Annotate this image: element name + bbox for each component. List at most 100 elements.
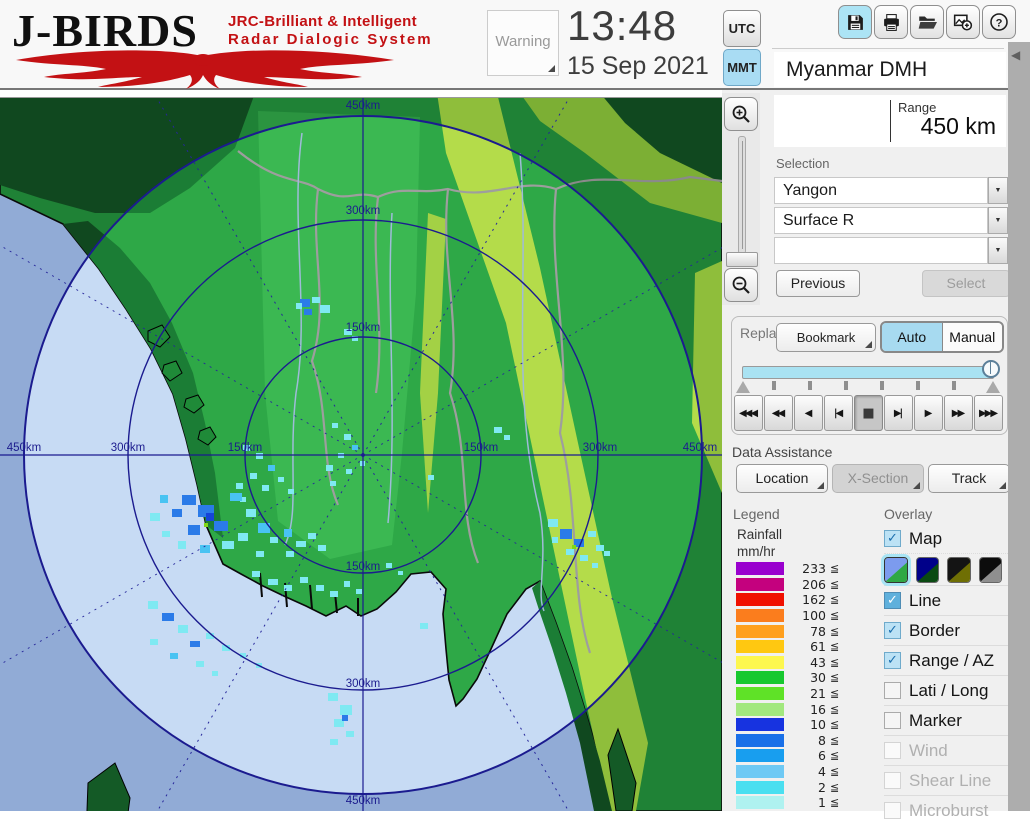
legend-value: 2	[784, 780, 826, 795]
timezone-mmt-button[interactable]: MMT	[723, 49, 761, 86]
checkbox-border[interactable]: ✓	[884, 622, 901, 639]
overlay-item-wind: Wind	[884, 735, 1010, 765]
panel-collapse-strip[interactable]	[1008, 42, 1030, 811]
save-icon	[846, 13, 865, 32]
legend-operator: ≦	[830, 593, 839, 606]
overlay-label: Lati / Long	[909, 681, 988, 701]
timeline-tick	[808, 381, 812, 390]
overlay-label: Marker	[909, 711, 962, 731]
product-select-dropdown-button[interactable]: ▼	[988, 207, 1008, 234]
auto-mode-button[interactable]: Auto	[882, 323, 943, 351]
legend-value: 43	[784, 655, 826, 670]
bookmark-button[interactable]: Bookmark	[776, 323, 876, 352]
manual-mode-button[interactable]: Manual	[943, 323, 1003, 351]
legend-operator: ≦	[830, 671, 839, 684]
legend-entry: 78≦	[736, 623, 856, 639]
checkbox-range-az[interactable]: ✓	[884, 652, 901, 669]
checkbox-shear-line	[884, 772, 901, 789]
location-button[interactable]: Location	[736, 464, 828, 493]
step-forward-button[interactable]: ▶|	[884, 395, 913, 431]
site-select-field[interactable]: Yangon	[774, 177, 988, 204]
previous-button[interactable]: Previous	[776, 270, 860, 297]
legend-value: 10	[784, 717, 826, 732]
capture-button[interactable]	[946, 5, 980, 39]
zoom-in-button[interactable]	[724, 97, 758, 131]
map-style-chip-black-olive[interactable]	[947, 557, 971, 583]
legend-operator: ≦	[830, 703, 839, 716]
map-style-chip-blue-green[interactable]	[884, 557, 908, 583]
legend-color-swatch	[736, 718, 784, 731]
chevron-down-icon: ▼	[995, 187, 1002, 194]
legend-value: 30	[784, 670, 826, 685]
jump-to-oldest-button[interactable]: ◀◀◀	[734, 395, 763, 431]
help-icon: ?	[989, 12, 1009, 32]
fast-forward-button[interactable]: ▶▶	[944, 395, 973, 431]
legend-value: 1	[784, 795, 826, 810]
legend-operator: ≦	[830, 562, 839, 575]
legend-entry: 233≦	[736, 561, 856, 577]
play-reverse-button[interactable]: ◀	[794, 395, 823, 431]
option-select-field[interactable]	[774, 237, 988, 264]
legend-color-swatch	[736, 796, 784, 809]
playback-controls: ◀◀◀◀◀◀|◀■▶|▶▶▶▶▶▶	[734, 395, 1007, 431]
step-back-button[interactable]: |◀	[824, 395, 853, 431]
track-button[interactable]: Track	[928, 464, 1010, 493]
legend-value: 100	[784, 608, 826, 623]
timezone-utc-button[interactable]: UTC	[723, 10, 761, 47]
map-style-chip-navy-darkgreen[interactable]	[916, 557, 940, 583]
radar-map[interactable]: 450km 300km 150km 150km 300km 450km 450k…	[0, 93, 722, 811]
legend-entry: 43≦	[736, 655, 856, 671]
overlay-label: Wind	[909, 741, 948, 761]
zoom-out-button[interactable]	[724, 268, 758, 302]
legend-color-swatch	[736, 562, 784, 575]
stop-button[interactable]: ■	[854, 395, 883, 431]
print-button[interactable]	[874, 5, 908, 39]
clock-date: 15 Sep 2021	[567, 52, 709, 81]
select-button[interactable]: Select	[922, 270, 1010, 297]
replay-slider-handle[interactable]	[982, 360, 1000, 378]
product-select-field[interactable]: Surface R	[774, 207, 988, 234]
legend-color-swatch	[736, 593, 784, 606]
legend-entry: 100≦	[736, 608, 856, 624]
legend-operator: ≦	[830, 749, 839, 762]
map-style-chip-black-gray[interactable]	[979, 557, 1003, 583]
timeline-tick	[880, 381, 884, 390]
chevron-down-icon: ▼	[995, 247, 1002, 254]
open-folder-button[interactable]	[910, 5, 944, 39]
jump-to-newest-button[interactable]: ▶▶▶	[974, 395, 1003, 431]
checkbox-map[interactable]: ✓	[884, 530, 901, 547]
overlay-item-microburst: Microburst	[884, 795, 1010, 825]
checkbox-lati-long[interactable]	[884, 682, 901, 699]
svg-text:?: ?	[996, 17, 1003, 29]
overlay-title: Overlay	[884, 506, 932, 522]
legend-operator: ≦	[830, 640, 839, 653]
save-button[interactable]	[838, 5, 872, 39]
site-select-dropdown-button[interactable]: ▼	[988, 177, 1008, 204]
legend-value: 8	[784, 733, 826, 748]
legend-color-swatch	[736, 781, 784, 794]
x-section-button[interactable]: X-Section	[832, 464, 924, 493]
legend-entry: 8≦	[736, 733, 856, 749]
range-value: 450 km	[921, 113, 996, 140]
replay-group: Replay Bookmark Auto Manual ◀◀◀◀◀◀|◀■▶|▶…	[731, 316, 1008, 435]
legend-entry: 6≦	[736, 748, 856, 764]
legend-entry: 162≦	[736, 592, 856, 608]
legend-operator: ≦	[830, 796, 839, 809]
legend-color-swatch	[736, 609, 784, 622]
data-assistance-label: Data Assistance	[732, 444, 832, 460]
fast-rewind-button[interactable]: ◀◀	[764, 395, 793, 431]
map-zoom-slider[interactable]	[738, 136, 746, 254]
warning-button[interactable]: Warning	[487, 10, 559, 76]
map-zoom-handle[interactable]	[726, 252, 758, 267]
replay-timeline-slider[interactable]	[742, 366, 994, 379]
timeline-tick	[916, 381, 920, 390]
checkbox-marker[interactable]	[884, 712, 901, 729]
legend-entry: 2≦	[736, 779, 856, 795]
capture-icon	[953, 12, 973, 32]
play-button[interactable]: ▶	[914, 395, 943, 431]
legend-unit-line2: mm/hr	[737, 544, 775, 559]
checkbox-line[interactable]: ✓	[884, 592, 901, 609]
eagle-logo-icon	[10, 46, 400, 92]
help-button[interactable]: ?	[982, 5, 1016, 39]
option-select-dropdown-button[interactable]: ▼	[988, 237, 1008, 264]
